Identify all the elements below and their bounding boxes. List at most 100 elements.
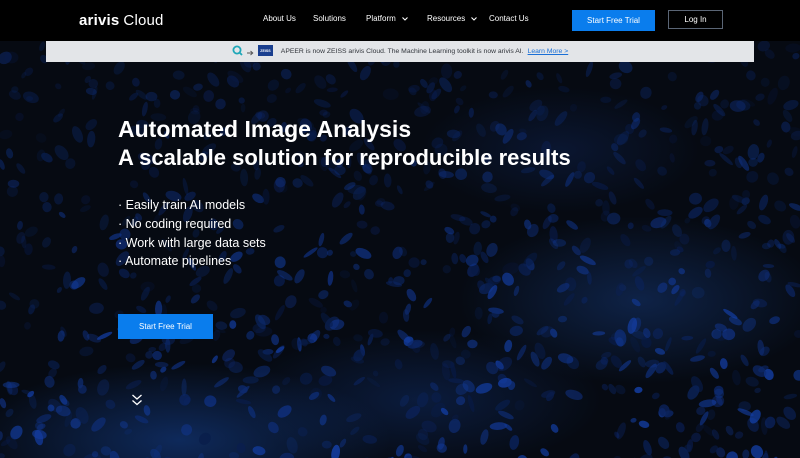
cell-nucleus bbox=[654, 348, 666, 355]
cell-nucleus bbox=[268, 421, 279, 434]
cell-nucleus bbox=[318, 290, 329, 300]
cell-nucleus bbox=[339, 270, 351, 279]
cell-nucleus bbox=[731, 245, 737, 261]
cell-nucleus bbox=[143, 405, 151, 416]
cell-nucleus bbox=[204, 395, 217, 408]
cell-nucleus bbox=[132, 77, 140, 87]
cell-nucleus bbox=[726, 451, 738, 458]
cell-nucleus bbox=[0, 255, 6, 268]
nav-about-us[interactable]: About Us bbox=[263, 14, 296, 23]
cell-nucleus bbox=[788, 203, 800, 211]
cell-nucleus bbox=[207, 72, 220, 87]
cell-nucleus bbox=[318, 232, 325, 247]
cell-nucleus bbox=[395, 444, 404, 457]
feature-item: · Work with large data sets bbox=[118, 235, 266, 250]
cell-nucleus bbox=[481, 183, 497, 194]
nav-resources[interactable]: Resources bbox=[427, 14, 478, 23]
cell-nucleus bbox=[627, 222, 634, 230]
cell-nucleus bbox=[669, 153, 675, 163]
cell-nucleus bbox=[783, 393, 798, 400]
cell-nucleus bbox=[637, 356, 646, 368]
cell-nucleus bbox=[362, 435, 378, 444]
cell-nucleus bbox=[659, 127, 673, 133]
site-logo[interactable]: arivis Cloud bbox=[79, 12, 164, 29]
cell-nucleus bbox=[353, 334, 363, 342]
cell-nucleus bbox=[214, 377, 229, 388]
cell-nucleus bbox=[339, 232, 353, 245]
cell-nucleus bbox=[514, 400, 525, 411]
cell-nucleus bbox=[454, 105, 460, 114]
cell-nucleus bbox=[339, 438, 347, 448]
cell-nucleus bbox=[442, 265, 451, 274]
cell-nucleus bbox=[240, 103, 246, 113]
cell-nucleus bbox=[99, 214, 109, 231]
arrow-right-icon bbox=[246, 43, 254, 61]
cell-nucleus bbox=[495, 399, 511, 411]
cell-nucleus bbox=[230, 307, 246, 319]
nav-solutions[interactable]: Solutions bbox=[313, 14, 346, 23]
announcement-banner: ZEISS APEER is now ZEISS arivis Cloud. T… bbox=[46, 41, 754, 62]
feature-item: · Easily train AI models bbox=[118, 198, 246, 212]
cell-nucleus bbox=[678, 268, 686, 275]
banner-text: APEER is now ZEISS arivis Cloud. The Mac… bbox=[280, 48, 524, 55]
double-chevron-down-icon[interactable] bbox=[131, 393, 143, 407]
banner-icons: ZEISS bbox=[232, 43, 273, 61]
cell-nucleus bbox=[326, 87, 338, 93]
start-free-trial-hero-button[interactable]: Start Free Trial bbox=[118, 314, 213, 339]
cell-nucleus bbox=[294, 269, 305, 284]
cell-nucleus bbox=[97, 365, 107, 375]
cell-nucleus bbox=[277, 405, 292, 418]
cell-nucleus bbox=[451, 252, 459, 265]
apeer-logo-icon bbox=[232, 43, 243, 61]
nav-platform-label: Platform bbox=[366, 14, 396, 23]
cell-nucleus bbox=[701, 118, 709, 136]
cell-nucleus bbox=[240, 168, 249, 187]
cell-nucleus bbox=[782, 109, 793, 122]
logo-brand: arivis bbox=[79, 12, 120, 29]
start-free-trial-nav-button[interactable]: Start Free Trial bbox=[572, 10, 655, 31]
cell-nucleus bbox=[399, 394, 410, 407]
cell-nucleus bbox=[198, 432, 211, 445]
cell-nucleus bbox=[657, 209, 673, 217]
learn-more-link[interactable]: Learn More > bbox=[528, 48, 569, 55]
cell-nucleus bbox=[791, 146, 798, 158]
cell-nucleus bbox=[54, 193, 64, 205]
cell-nucleus bbox=[382, 88, 399, 101]
cell-nucleus bbox=[35, 133, 47, 143]
cell-nucleus bbox=[273, 225, 285, 233]
cell-nucleus bbox=[172, 70, 185, 80]
cell-nucleus bbox=[150, 370, 157, 380]
feature-item: · No coding required bbox=[118, 216, 232, 231]
cell-nucleus bbox=[746, 170, 759, 183]
cell-nucleus bbox=[42, 202, 52, 213]
cell-nucleus bbox=[165, 295, 171, 303]
cell-nucleus bbox=[15, 112, 24, 122]
cell-nucleus bbox=[238, 97, 245, 104]
cell-nucleus bbox=[740, 354, 749, 367]
nav-platform[interactable]: Platform bbox=[366, 14, 408, 23]
cell-nucleus bbox=[420, 259, 427, 266]
cell-nucleus bbox=[71, 126, 84, 143]
cell-nucleus bbox=[704, 268, 712, 278]
log-in-button[interactable]: Log In bbox=[668, 10, 723, 29]
nav-contact-us[interactable]: Contact Us bbox=[489, 14, 529, 23]
cell-nucleus bbox=[634, 276, 645, 291]
cell-nucleus bbox=[675, 422, 685, 433]
cell-nucleus bbox=[236, 442, 246, 454]
cell-nucleus bbox=[364, 269, 374, 280]
cell-nucleus bbox=[762, 263, 775, 269]
cell-nucleus bbox=[332, 336, 341, 346]
cell-nucleus bbox=[500, 69, 509, 80]
cell-nucleus bbox=[366, 377, 381, 388]
cell-nucleus bbox=[327, 393, 336, 402]
navbar: arivis Cloud About Us Solutions Platform … bbox=[0, 0, 800, 41]
cell-nucleus bbox=[615, 282, 625, 297]
cell-nucleus bbox=[85, 119, 98, 131]
cell-nucleus bbox=[313, 99, 331, 108]
logo-product: Cloud bbox=[123, 12, 164, 29]
cell-nucleus bbox=[581, 296, 588, 304]
cell-nucleus bbox=[369, 175, 379, 186]
cell-nucleus bbox=[467, 339, 478, 349]
cell-nucleus bbox=[504, 339, 513, 353]
cell-nucleus bbox=[247, 406, 256, 419]
